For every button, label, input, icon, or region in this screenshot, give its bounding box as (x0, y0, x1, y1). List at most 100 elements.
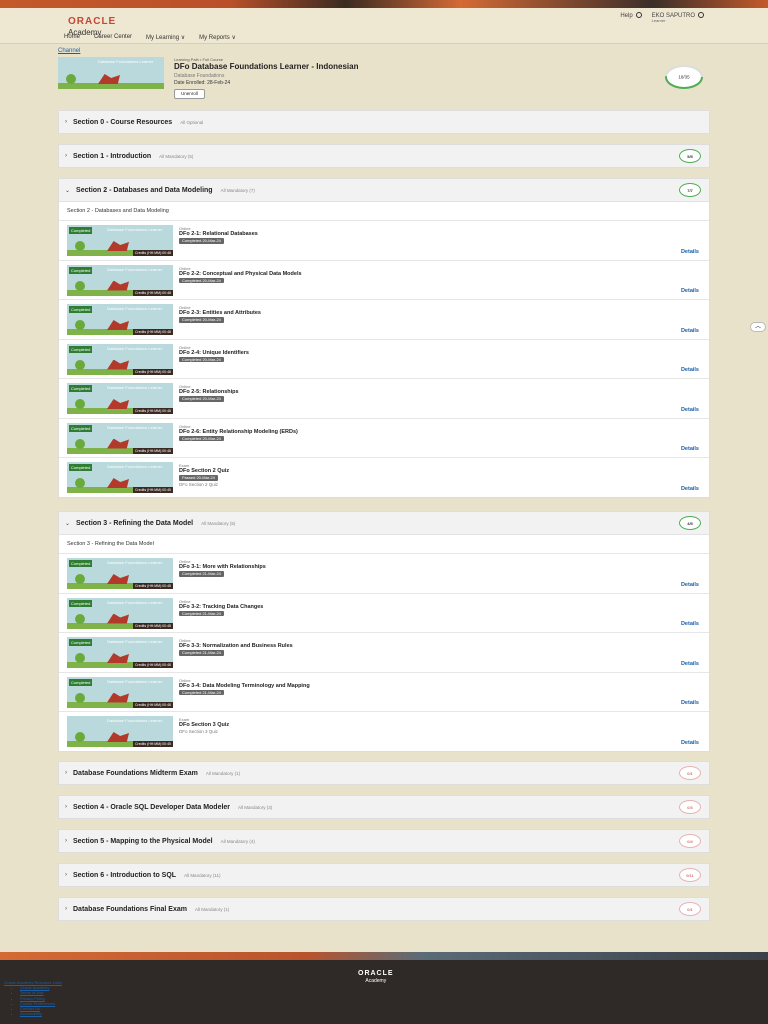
details-link[interactable]: Details (681, 582, 699, 588)
section-progress-ring: 4/5 (679, 516, 701, 530)
activity-name[interactable]: DFo 2-5: Relationships (179, 389, 239, 396)
activity-status: Passed 20-Mar-24 (179, 475, 218, 481)
section-header[interactable]: › Section 5 - Mapping to the Physical Mod… (59, 830, 709, 852)
user-menu[interactable]: EKO SAPUTRO Learner (652, 12, 704, 24)
activity-name[interactable]: DFo Section 3 Quiz (179, 722, 229, 729)
chevron-icon: › (65, 872, 67, 878)
activity-name[interactable]: DFo 3-4: Data Modeling Terminology and M… (179, 683, 310, 690)
section-requirement: All Mandatory (3) (238, 804, 273, 810)
section-progress-ring: 0/1 (679, 766, 701, 780)
course-progress-text: 18/35 (678, 75, 690, 80)
item-thumbnail: Database Foundations Learner Completed Cre… (67, 462, 173, 493)
details-link[interactable]: Details (681, 288, 699, 294)
footer-link[interactable]: Accessibility (20, 1011, 42, 1016)
section-requirement: All Optional (180, 119, 204, 125)
site-footer: ORACLE Academy Oracle Academy Resource L… (0, 960, 768, 1024)
activity-name[interactable]: DFo Section 2 Quiz (179, 468, 229, 475)
activity-name[interactable]: DFo 3-3: Normalization and Business Rule… (179, 643, 293, 650)
activity-name[interactable]: DFo 2-1: Relational Databases (179, 231, 258, 238)
details-link[interactable]: Details (681, 700, 699, 706)
activity-name[interactable]: DFo 2-6: Entity Relationship Modeling (E… (179, 429, 298, 436)
footer-link-item: Accessibility (20, 1011, 62, 1016)
section-title: Database Foundations Midterm Exam (73, 769, 198, 777)
section-progress-ring: 0/3 (679, 800, 701, 814)
chevron-icon: ⌄ (65, 187, 71, 194)
item-thumbnail: Database Foundations Learner Completed Cre… (67, 343, 173, 375)
completed-badge: Completed (69, 385, 93, 392)
nav-my-reports[interactable]: My Reports ∨ (199, 34, 236, 41)
activity-status: Completed 21-Mar-24 (179, 610, 224, 617)
course-section: › Section 0 - Course Resources All Optiona… (58, 110, 710, 134)
details-link[interactable]: Details (681, 661, 699, 667)
details-link[interactable]: Details (681, 446, 699, 452)
activity-extra: DFo Section 3 Quiz (179, 729, 219, 735)
course-section: ⌄ Section 2 - Databases and Data Modeling… (58, 178, 710, 498)
item-thumbnail: Database Foundations Learner Completed Cre… (67, 264, 173, 296)
section-header[interactable]: ⌄ Section 2 - Databases and Data Modeling… (59, 179, 709, 201)
item-thumbnail: Database Foundations Learner Completed Cre… (67, 383, 173, 414)
section-header[interactable]: › Database Foundations Midterm Exam All Ma… (59, 762, 709, 784)
activity-row: Database Foundations Learner Completed Cre… (59, 259, 709, 299)
credits-label: Credits (HH:MM):00:48 (133, 447, 173, 454)
activity-row: Database Foundations Learner Completed Cre… (59, 338, 709, 378)
footer-links: Oracle Academy Resource Links Oracle Aca… (4, 980, 62, 1016)
completed-badge: Completed (69, 266, 93, 274)
credits-label: Credits (HH:MM):00:48 (133, 250, 173, 256)
activity-status: Completed 20-Mar-24 (179, 317, 224, 323)
details-link[interactable]: Details (681, 249, 699, 255)
activity-status: Completed 20-Mar-24 (179, 396, 224, 402)
details-link[interactable]: Details (681, 486, 699, 492)
credits-label: Credits (HH:MM):00:48 (133, 289, 173, 296)
credits-label: Credits (HH:MM):00:48 (133, 701, 173, 708)
nav-my-learning[interactable]: My Learning ∨ (146, 34, 185, 41)
course-section: › Section 1 - Introduction All Mandatory (… (58, 144, 710, 168)
section-header[interactable]: › Section 1 - Introduction All Mandatory (… (59, 145, 709, 167)
completed-badge: Completed (69, 599, 93, 607)
activity-extra: DFo Section 2 Quiz (179, 481, 219, 487)
completed-badge: Completed (69, 678, 93, 686)
course-header: Database Foundations Learner Learning Pa… (58, 56, 710, 102)
nav-home[interactable]: Home (64, 34, 80, 41)
nav-career-center[interactable]: Career Center (94, 34, 132, 41)
completed-badge: Completed (69, 306, 93, 313)
item-thumbnail: Database Foundations Learner Completed Cre… (67, 304, 173, 335)
credits-label: Credits (HH:MM):00:45 (133, 741, 173, 747)
section-header[interactable]: ⌄ Section 3 - Refining the Data Model All … (59, 512, 709, 534)
details-link[interactable]: Details (681, 621, 699, 627)
completed-badge: Completed (69, 227, 93, 234)
section-header[interactable]: › Section 6 - Introduction to SQL All Mand… (59, 864, 709, 886)
completed-badge: Completed (69, 639, 93, 646)
breadcrumb-channel[interactable]: Channel (58, 48, 80, 54)
completed-badge: Completed (69, 560, 93, 567)
footer-logo[interactable]: ORACLE Academy (358, 963, 394, 984)
section-header[interactable]: › Database Foundations Final Exam All Mand… (59, 898, 709, 920)
section-header[interactable]: › Section 4 - Oracle SQL Developer Data M… (59, 796, 709, 818)
credits-label: Credits (HH:MM):00:48 (133, 622, 173, 629)
chevron-icon: › (65, 906, 67, 912)
details-link[interactable]: Details (681, 407, 699, 413)
activity-name[interactable]: DFo 3-1: More with Relationships (179, 564, 266, 571)
activity-name[interactable]: DFo 3-2: Tracking Data Changes (179, 604, 263, 611)
chevron-icon: › (65, 804, 67, 810)
completed-badge: Completed (69, 424, 93, 432)
course-section: › Database Foundations Midterm Exam All Ma… (58, 761, 710, 785)
footer-decorative-band (0, 952, 768, 960)
activity-name[interactable]: DFo 2-4: Unique Identifiers (179, 350, 249, 357)
section-header[interactable]: › Section 0 - Course Resources All Optiona… (59, 111, 709, 133)
unenroll-button[interactable]: Unenroll (174, 88, 205, 99)
details-link[interactable]: Details (681, 367, 699, 373)
help-link[interactable]: Help (620, 12, 642, 19)
activity-status: Completed 21-Mar-24 (179, 689, 224, 696)
section-progress-ring: 0/11 (679, 868, 701, 882)
section-title: Section 4 - Oracle SQL Developer Data Mo… (73, 803, 231, 811)
credits-label: Credits (HH:MM):00:48 (133, 583, 173, 589)
activity-name[interactable]: DFo 2-3: Entities and Attributes (179, 310, 261, 317)
section-requirement: All Mandatory (7) (220, 187, 255, 193)
activity-name[interactable]: DFo 2-2: Conceptual and Physical Data Mo… (179, 271, 302, 278)
section-requirement: All Mandatory (5) (201, 520, 236, 526)
scroll-up-button[interactable]: ︿ (750, 322, 766, 332)
details-link[interactable]: Details (681, 328, 699, 334)
section-requirement: All Mandatory (4) (220, 838, 255, 844)
details-link[interactable]: Details (681, 740, 699, 746)
activity-status: Completed 20-Mar-24 (179, 356, 224, 363)
